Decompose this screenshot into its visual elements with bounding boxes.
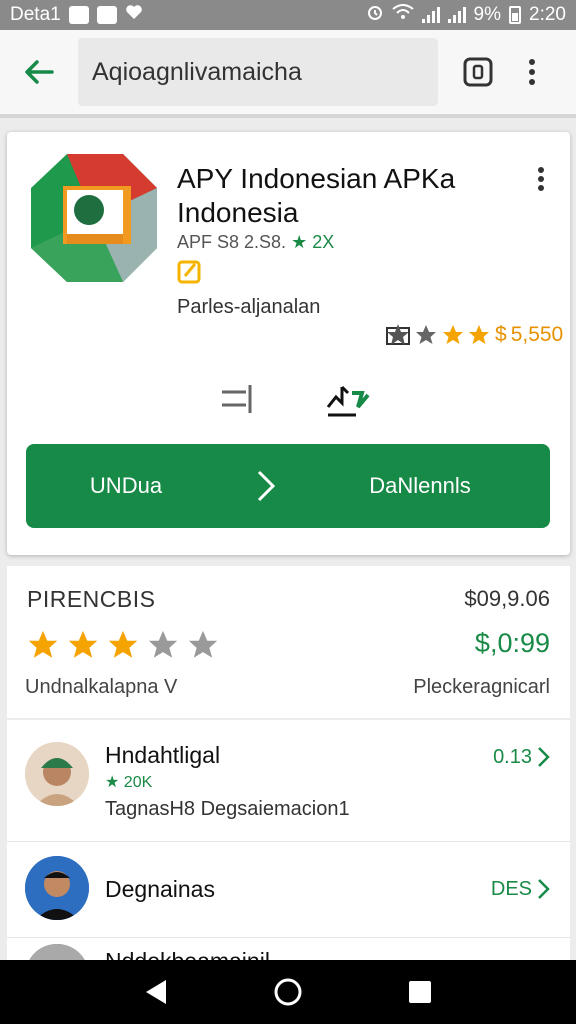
list-item-value: 0.13	[493, 746, 532, 768]
overflow-menu-button[interactable]	[512, 38, 552, 106]
card-overflow-button[interactable]	[526, 162, 556, 196]
status-bar: Deta1 9% 2:20	[0, 0, 576, 30]
avatar	[25, 856, 89, 920]
battery-icon	[509, 6, 522, 24]
alarm-icon	[366, 3, 384, 27]
rating-row: $ 5,550	[385, 322, 563, 348]
list-item-title: Degnainas	[105, 876, 215, 902]
notification-app-icon	[68, 6, 89, 24]
search-text: Aqioagnlivamaicha	[92, 57, 302, 86]
price-right-caption: Pleckeragnicarl	[413, 676, 550, 698]
app-info-card: APY Indonesian APKa Indonesia APF S8 2.S…	[7, 132, 570, 555]
app-title: APY Indonesian APKa Indonesia	[177, 163, 456, 228]
home-circle-icon	[274, 978, 302, 1006]
star-icon	[443, 325, 463, 344]
app-meta-accent: ★ 2X	[291, 232, 335, 252]
signal-icon	[421, 7, 440, 23]
nav-home-button[interactable]	[263, 967, 313, 1017]
heart-icon	[125, 3, 143, 27]
wifi-icon	[391, 4, 414, 26]
more-vert-icon	[529, 59, 535, 85]
system-nav-bar	[0, 960, 576, 1024]
star-icon	[416, 325, 436, 344]
price-star-rating	[25, 628, 221, 662]
signal-2-icon	[447, 7, 466, 23]
chevron-right-icon	[538, 747, 550, 767]
star-filled-icon	[108, 630, 138, 658]
install-right-label: DaNlennls	[369, 473, 471, 498]
star-empty-icon	[188, 630, 218, 658]
carrier-label: Deta1	[10, 4, 61, 25]
share-icon[interactable]	[322, 377, 382, 421]
arrow-back-icon	[25, 60, 54, 84]
award-icon	[386, 324, 410, 345]
star-filled-icon	[28, 630, 58, 658]
recents-square-icon	[409, 981, 431, 1003]
price-card: PIRENCBIS $09,9.06 $,0:99 Undnalkalapna …	[7, 566, 570, 718]
star-empty-icon	[148, 630, 178, 658]
app-bar: Aqioagnlivamaicha	[0, 30, 576, 118]
review-count-prefix: $	[495, 323, 507, 346]
list-item-desc: TagnasH8 Degsaiemacion1	[105, 798, 350, 820]
back-triangle-icon	[146, 980, 166, 1004]
camera-icon	[463, 57, 493, 87]
list-item[interactable]: Degnainas DES	[7, 842, 570, 938]
list-item-value: DES	[490, 878, 532, 900]
wishlist-icon[interactable]	[212, 377, 272, 421]
install-button[interactable]: UNDua DaNlennls	[26, 444, 550, 528]
search-field[interactable]: Aqioagnlivamaicha	[78, 38, 438, 106]
camera-button[interactable]	[444, 38, 512, 106]
mail-icon	[96, 6, 117, 24]
app-publisher: Parles-aljanalan	[177, 296, 321, 318]
app-badge-icon	[177, 260, 201, 284]
old-price: $09,9.06	[464, 586, 550, 611]
more-vert-icon	[538, 167, 544, 191]
nav-back-button[interactable]	[131, 967, 181, 1017]
install-left-label: UNDua	[89, 473, 163, 498]
list-item[interactable]: Hndahtligal ★ 20K TagnasH8 Degsaiemacion…	[7, 720, 570, 842]
star-filled-icon	[68, 630, 98, 658]
nav-recents-button[interactable]	[395, 967, 445, 1017]
review-count: 5,550	[510, 323, 564, 346]
chevron-right-icon	[226, 444, 306, 528]
battery-percent: 9%	[473, 4, 502, 25]
price-left-caption: Undnalkalapna V	[25, 676, 178, 698]
price-heading: PIRENCBIS	[27, 586, 156, 612]
app-meta: APF S8 2.S8. ★ 2X	[177, 232, 334, 253]
list-item-title: Hndahtligal	[105, 742, 221, 768]
back-button[interactable]	[0, 28, 78, 116]
app-logo-icon	[31, 154, 157, 282]
chevron-right-icon	[538, 879, 550, 899]
new-price: $,0:99	[474, 628, 550, 658]
list-item-sub: ★ 20K	[105, 774, 153, 791]
clock-time: 2:20	[529, 4, 566, 25]
star-icon	[469, 325, 489, 344]
avatar	[25, 742, 89, 806]
app-meta-prefix: APF S8 2.S8.	[177, 232, 287, 252]
